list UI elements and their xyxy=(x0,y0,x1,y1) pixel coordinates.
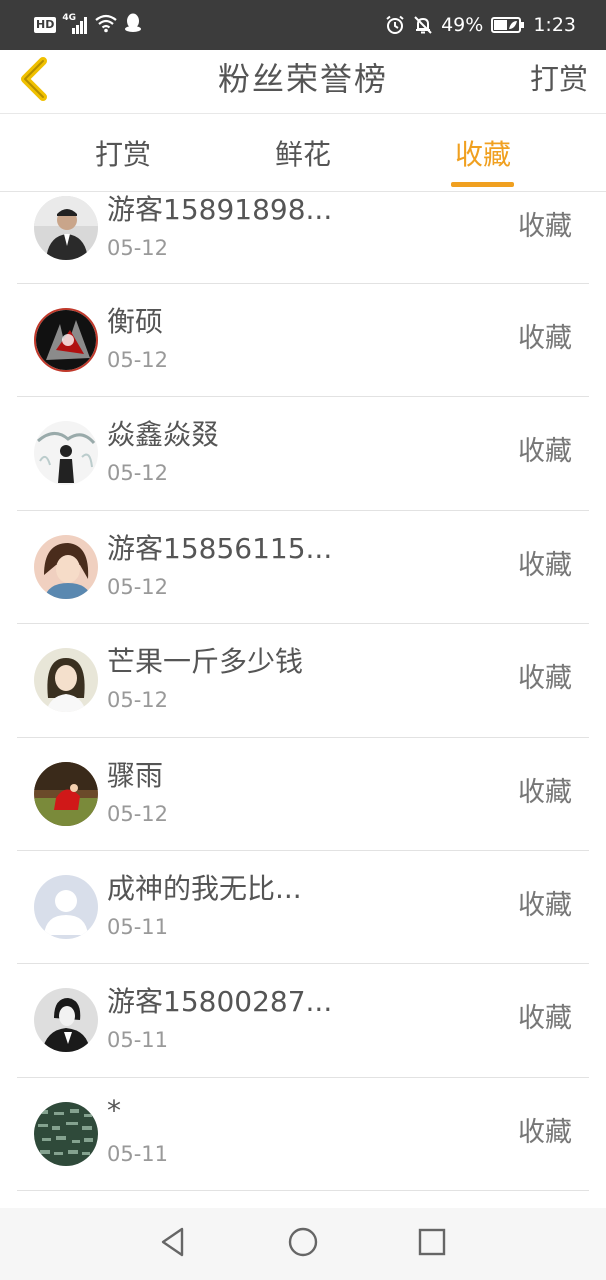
favorite-label: 收藏 xyxy=(518,211,572,242)
triangle-back-icon xyxy=(158,1226,188,1262)
fan-date: 05-12 xyxy=(107,688,169,713)
qq-icon xyxy=(124,13,142,37)
status-right: 49% 1:23 xyxy=(385,13,576,37)
avatar xyxy=(34,648,98,713)
list-item[interactable]: 芒果一斤多少钱 05-12 收藏 xyxy=(0,624,606,738)
tab-flowers[interactable]: 鲜花 xyxy=(243,114,363,192)
wifi-icon xyxy=(94,13,118,37)
favorite-label: 收藏 xyxy=(518,776,572,808)
favorite-label: 收藏 xyxy=(518,663,572,695)
list-item[interactable]: 游客15800287... 05-11 收藏 xyxy=(0,964,606,1078)
fan-date: 05-11 xyxy=(107,914,169,939)
nav-back-button[interactable] xyxy=(155,1226,191,1262)
avatar xyxy=(34,196,98,260)
list-item[interactable]: 游客15891898... 05-12 收藏 xyxy=(0,192,606,284)
list-item[interactable]: 游客15856115... 05-12 收藏 xyxy=(0,511,606,625)
mute-bell-icon xyxy=(413,15,433,35)
avatar xyxy=(34,874,98,939)
fan-name: 游客15856115... xyxy=(107,531,333,565)
fan-date: 05-12 xyxy=(107,461,169,486)
avatar xyxy=(34,1101,98,1166)
fan-name: 游客15800287... xyxy=(107,985,333,1019)
favorite-label: 收藏 xyxy=(518,889,572,921)
fan-name: 骤雨 xyxy=(107,758,164,792)
favorite-label: 收藏 xyxy=(518,1116,572,1148)
tab-reward[interactable]: 打赏 xyxy=(63,114,183,192)
battery-icon xyxy=(491,16,525,34)
tab-bar: 打赏 鲜花 收藏 xyxy=(0,114,606,192)
fan-date: 05-11 xyxy=(107,1141,169,1166)
list-item[interactable]: 成神的我无比... 05-11 收藏 xyxy=(0,851,606,965)
fan-date: 05-12 xyxy=(107,801,169,826)
alarm-icon xyxy=(385,15,405,35)
system-nav-bar xyxy=(0,1208,606,1280)
avatar xyxy=(34,421,98,486)
avatar xyxy=(34,988,98,1053)
hd-badge: HD xyxy=(34,17,57,33)
fan-date: 05-12 xyxy=(107,236,169,260)
fan-name: 芒果一斤多少钱 xyxy=(107,645,304,679)
fan-date: 05-11 xyxy=(107,1028,169,1053)
favorite-label: 收藏 xyxy=(518,436,572,468)
fan-name: 成神的我无比... xyxy=(107,871,302,905)
avatar xyxy=(34,761,98,826)
list-item[interactable]: 衡硕 05-12 收藏 xyxy=(0,284,606,398)
fan-name: 衡硕 xyxy=(107,305,164,338)
avatar xyxy=(34,308,98,372)
battery-percent: 49% xyxy=(441,14,484,36)
fan-name: 焱鑫焱叕 xyxy=(107,418,220,452)
fan-list[interactable]: 游客15891898... 05-12 收藏 衡硕 05-12 收藏 焱鑫焱叕 … xyxy=(0,192,606,1208)
divider xyxy=(17,1190,589,1192)
avatar xyxy=(34,534,98,599)
favorite-label: 收藏 xyxy=(518,1003,572,1035)
fan-name: 游客15891898... xyxy=(107,193,333,226)
reward-button[interactable]: 打赏 xyxy=(530,50,588,114)
fan-name: * xyxy=(107,1093,121,1127)
circle-home-icon xyxy=(287,1226,319,1262)
title-bar: 粉丝荣誉榜 打赏 xyxy=(0,50,606,114)
tab-favorites[interactable]: 收藏 xyxy=(423,114,543,192)
favorite-label: 收藏 xyxy=(518,549,572,581)
status-bar: HD 4G 49% 1:23 xyxy=(0,0,606,50)
nav-home-button[interactable] xyxy=(285,1226,321,1262)
square-recents-icon xyxy=(417,1227,447,1261)
fan-date: 05-12 xyxy=(107,574,169,599)
clock-time: 1:23 xyxy=(533,14,576,36)
list-item[interactable]: * 05-11 收藏 xyxy=(0,1078,606,1192)
status-left: HD 4G xyxy=(34,13,142,37)
active-tab-indicator xyxy=(451,182,514,187)
page-title: 粉丝荣誉榜 xyxy=(217,60,388,98)
list-item[interactable]: 焱鑫焱叕 05-12 收藏 xyxy=(0,397,606,511)
favorite-label: 收藏 xyxy=(518,323,572,354)
nav-recents-button[interactable] xyxy=(414,1226,450,1262)
fan-date: 05-12 xyxy=(107,348,169,372)
signal-icon: 4G xyxy=(62,13,88,35)
list-item[interactable]: 骤雨 05-12 收藏 xyxy=(0,738,606,851)
app-screen: HD 4G 49% 1:23 粉丝荣誉榜 打赏 打赏 鲜花 收藏 游客15891… xyxy=(0,0,606,1280)
